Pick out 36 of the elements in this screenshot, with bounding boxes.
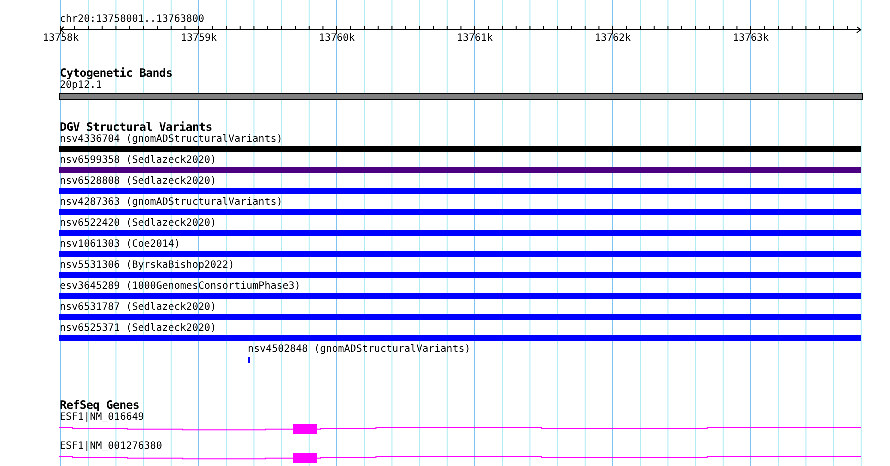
variant-bar[interactable] xyxy=(59,335,861,341)
feature-label: nsv4287363 (gnomADStructuralVariants) xyxy=(60,197,283,209)
feature-label: nsv6525371 (Sedlazeck2020) xyxy=(60,323,217,335)
variant-bar[interactable] xyxy=(59,314,861,320)
track-title: RefSeq Genes xyxy=(60,399,140,412)
feature-label: 20p12.1 xyxy=(60,80,102,92)
feature-label: nsv6528808 (Sedlazeck2020) xyxy=(60,176,217,188)
scale-label: 13758k xyxy=(42,33,80,45)
variant-bar[interactable] xyxy=(59,230,861,236)
variant-bar[interactable] xyxy=(59,167,861,173)
location-label: chr20:13758001..13763800 xyxy=(60,14,204,26)
variant-bar[interactable] xyxy=(59,251,861,257)
scale-label: 13763k xyxy=(732,33,770,45)
scale-label: 13759k xyxy=(180,33,218,45)
scale-label: 13760k xyxy=(318,33,356,45)
track-title: Cytogenetic Bands xyxy=(60,67,173,80)
variant-mark[interactable] xyxy=(248,357,250,363)
variant-bar[interactable] xyxy=(59,188,861,194)
variant-bar[interactable] xyxy=(59,209,861,215)
scale-label: 13761k xyxy=(456,33,494,45)
feature-label: nsv1061303 (Coe2014) xyxy=(60,239,180,251)
variant-bar[interactable] xyxy=(59,272,861,278)
feature-label: nsv6599358 (Sedlazeck2020) xyxy=(60,155,217,167)
band-bar[interactable] xyxy=(59,93,863,100)
scale-label: 13762k xyxy=(594,33,632,45)
track-title: DGV Structural Variants xyxy=(60,121,212,134)
gene-label: ESF1|NM_016649 xyxy=(60,412,144,424)
feature-label: nsv4336704 (gnomADStructuralVariants) xyxy=(60,134,283,146)
feature-label: nsv6522420 (Sedlazeck2020) xyxy=(60,218,217,230)
feature-label: esv3645289 (1000GenomesConsortiumPhase3) xyxy=(60,281,301,293)
feature-label: nsv6531787 (Sedlazeck2020) xyxy=(60,302,217,314)
feature-label: nsv4502848 (gnomADStructuralVariants) xyxy=(248,344,471,356)
gene-label: ESF1|NM_001276380 xyxy=(60,441,162,453)
variant-bar[interactable] xyxy=(59,293,861,299)
feature-label: nsv5531306 (ByrskaBishop2022) xyxy=(60,260,235,272)
variant-bar[interactable] xyxy=(59,146,861,152)
